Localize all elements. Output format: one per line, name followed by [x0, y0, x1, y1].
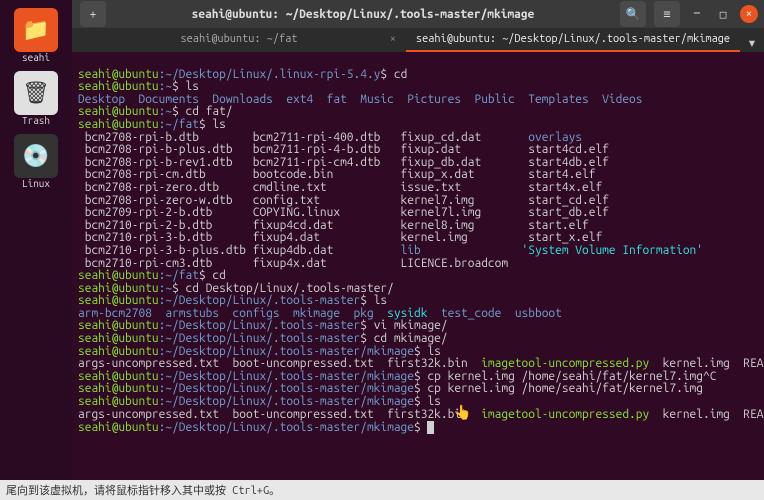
tab-label: seahi@ubuntu: ~/fat — [180, 33, 297, 45]
close-icon[interactable]: × — [390, 33, 396, 45]
close-button[interactable]: × — [740, 5, 758, 23]
search-icon: 🔍 — [626, 7, 641, 21]
minimize-button[interactable]: ─ — [688, 5, 706, 23]
dock-label: Trash — [22, 115, 50, 126]
tab-bar: seahi@ubuntu: ~/fat × seahi@ubuntu: ~/De… — [72, 28, 764, 52]
chevron-down-icon: ▾ — [747, 33, 757, 52]
dock-item-home[interactable]: 📁 seahi — [10, 8, 62, 63]
status-text: 尾向到该虚拟机，请将鼠标指针移入其中或按 Ctrl+G。 — [6, 482, 280, 498]
close-icon[interactable]: × — [724, 33, 730, 45]
search-button[interactable]: 🔍 — [620, 1, 646, 27]
window-titlebar: + seahi@ubuntu: ~/Desktop/Linux/.tools-m… — [72, 0, 764, 28]
vm-statusbar: 尾向到该虚拟机，请将鼠标指针移入其中或按 Ctrl+G。 — [0, 480, 764, 500]
dock-item-trash[interactable]: 🗑 Trash — [10, 71, 62, 126]
tab-mkimage[interactable]: seahi@ubuntu: ~/Desktop/Linux/.tools-mas… — [406, 28, 740, 52]
hamburger-icon: ≡ — [663, 7, 670, 21]
dock-label: seahi — [22, 52, 50, 63]
dock: 📁 seahi 🗑 Trash 💿 Linux — [0, 0, 72, 480]
new-tab-button[interactable]: + — [80, 1, 106, 27]
maximize-button[interactable]: □ — [714, 5, 732, 23]
plus-icon: + — [90, 8, 97, 21]
tab-fat[interactable]: seahi@ubuntu: ~/fat × — [72, 28, 406, 52]
window-title: seahi@ubuntu: ~/Desktop/Linux/.tools-mas… — [106, 8, 620, 21]
dock-label: Linux — [22, 178, 50, 189]
dock-item-linux[interactable]: 💿 Linux — [10, 134, 62, 189]
terminal[interactable]: seahi@ubuntu:~/Desktop/Linux/.linux-rpi-… — [72, 52, 764, 480]
tab-menu-button[interactable]: ▾ — [740, 33, 764, 52]
menu-button[interactable]: ≡ — [654, 1, 680, 27]
mouse-pointer-icon: 👆 — [454, 404, 471, 421]
disk-icon: 💿 — [14, 134, 58, 178]
cursor — [427, 421, 434, 434]
folder-icon: 📁 — [14, 8, 58, 52]
trash-icon: 🗑 — [14, 71, 58, 115]
tab-label: seahi@ubuntu: ~/Desktop/Linux/.tools-mas… — [416, 33, 730, 45]
